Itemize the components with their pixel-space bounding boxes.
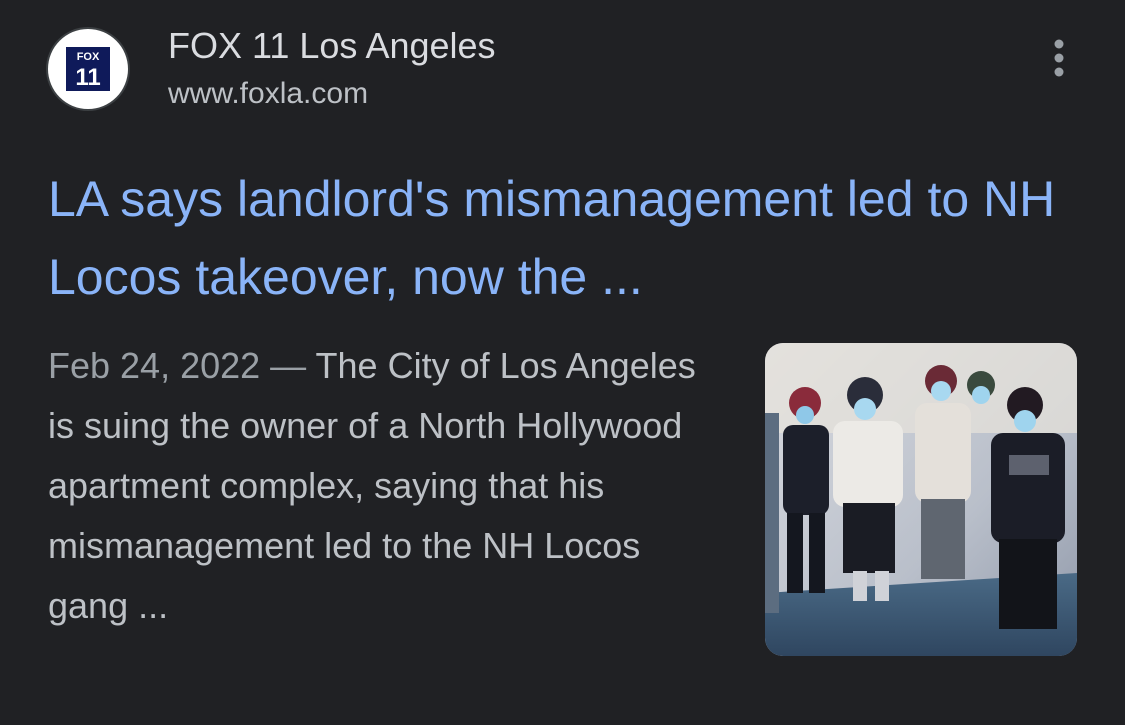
source-url[interactable]: www.foxla.com [168, 74, 496, 114]
snippet-text: The City of Los Angeles is suing the own… [48, 345, 696, 626]
source-name[interactable]: FOX 11 Los Angeles [168, 24, 496, 68]
source-row[interactable]: FOX 11 FOX 11 Los Angeles www.foxla.com [48, 24, 496, 114]
more-options-button[interactable] [1037, 28, 1081, 88]
result-thumbnail-image[interactable] [765, 343, 1077, 656]
result-snippet: Feb 24, 2022 — The City of Los Angeles i… [48, 336, 728, 636]
more-vert-icon [1054, 39, 1064, 77]
result-date: Feb 24, 2022 [48, 345, 261, 386]
favicon-brand-text: FOX [77, 51, 100, 63]
date-separator: — [260, 345, 316, 386]
source-text: FOX 11 Los Angeles www.foxla.com [168, 24, 496, 114]
result-title-link[interactable]: LA says landlord's mismanagement led to … [48, 160, 1068, 316]
favicon-number-text: 11 [75, 64, 100, 91]
group-photo-image [765, 343, 1077, 656]
search-result-card: FOX 11 FOX 11 Los Angeles www.foxla.com … [0, 0, 1125, 725]
fox11-logo-icon: FOX 11 [48, 29, 128, 109]
